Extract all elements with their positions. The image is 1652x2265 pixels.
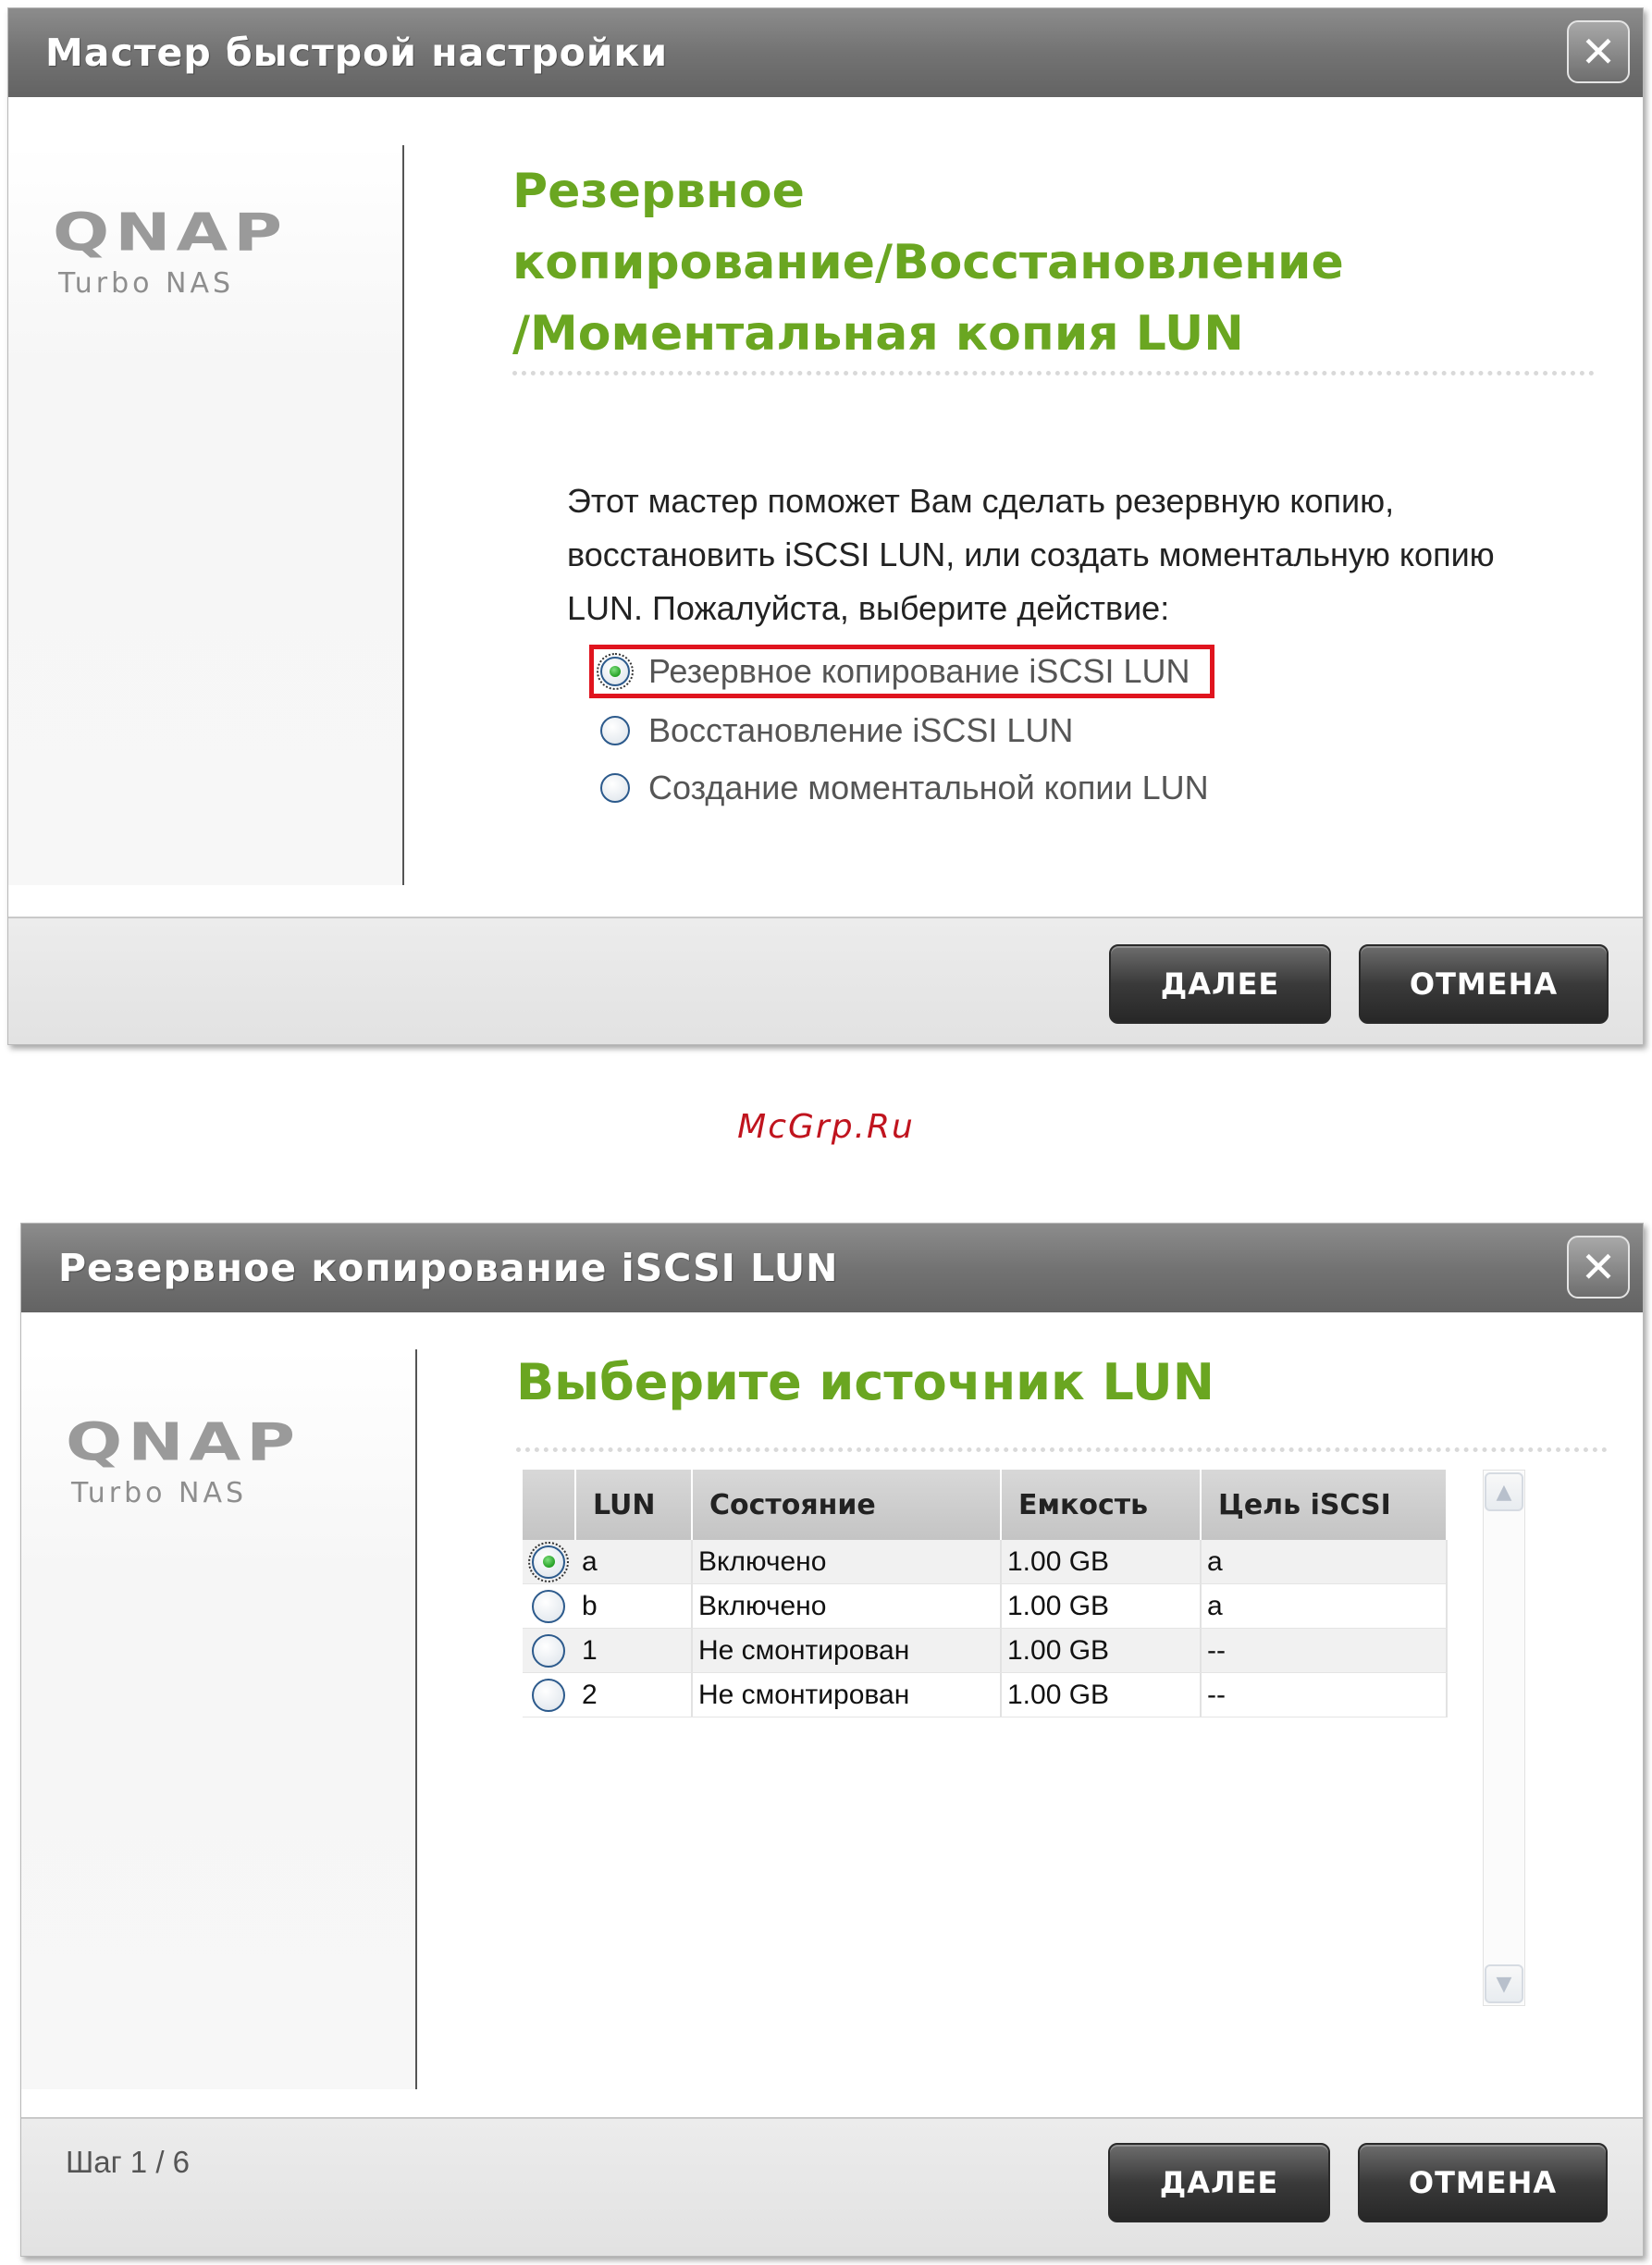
quick-setup-wizard-dialog: Мастер быстрой настройки ✕ QNAP Turbo NA…: [7, 7, 1644, 1045]
cancel-button[interactable]: ОТМЕНА: [1359, 944, 1609, 1024]
close-button[interactable]: ✕: [1567, 20, 1630, 83]
cell-target: a: [1202, 1540, 1448, 1583]
intro-text: Этот мастер поможет Вам сделать резервну…: [567, 474, 1584, 635]
cell-target: --: [1202, 1629, 1448, 1672]
close-icon: ✕: [1580, 1242, 1617, 1292]
cell-state: Не смонтирован: [693, 1629, 1002, 1672]
vertical-scrollbar[interactable]: ▲ ▼: [1483, 1470, 1525, 2006]
cell-state: Не смонтирован: [693, 1673, 1002, 1717]
radio-button[interactable]: [532, 1589, 565, 1623]
sidebar: QNAP Turbo NAS: [21, 1349, 417, 2089]
cell-lun: a: [576, 1540, 693, 1583]
qnap-logo: QNAP Turbo NAS: [66, 1416, 301, 1509]
radio-button[interactable]: [532, 1678, 565, 1712]
dialog-title: Мастер быстрой настройки: [45, 31, 669, 75]
intro-line-1: Этот мастер поможет Вам сделать резервну…: [567, 482, 1395, 520]
dotted-divider: [516, 1447, 1608, 1452]
row-select[interactable]: [523, 1629, 576, 1672]
qnap-logo: QNAP Turbo NAS: [53, 206, 288, 300]
option-label: Создание моментальной копии LUN: [648, 769, 1209, 806]
cell-capacity: 1.00 GB: [1002, 1584, 1202, 1628]
next-button[interactable]: ДАЛЕЕ: [1108, 2143, 1330, 2222]
close-icon: ✕: [1580, 27, 1617, 77]
dialog-title: Резервное копирование iSCSI LUN: [58, 1246, 839, 1290]
dialog-footer: Шаг 1 / 6 ДАЛЕЕ ОТМЕНА: [21, 2117, 1643, 2256]
cell-lun: 2: [576, 1673, 693, 1717]
close-button[interactable]: ✕: [1567, 1236, 1630, 1299]
row-select[interactable]: [523, 1673, 576, 1717]
header-lun[interactable]: LUN: [576, 1470, 693, 1540]
intro-line-3: LUN. Пожалуйста, выберите действие:: [567, 589, 1170, 627]
option-restore-iscsi-lun[interactable]: Восстановление iSCSI LUN: [600, 711, 1073, 750]
page-heading: Резервное копирование/Восстановление /Мо…: [512, 156, 1530, 370]
backup-iscsi-lun-dialog: Резервное копирование iSCSI LUN ✕ QNAP T…: [20, 1223, 1644, 2257]
option-label: Восстановление iSCSI LUN: [648, 711, 1074, 749]
header-target[interactable]: Цель iSCSI: [1202, 1470, 1448, 1540]
logo-subtitle: Turbo NAS: [58, 267, 235, 300]
cancel-button[interactable]: ОТМЕНА: [1358, 2143, 1608, 2222]
heading-line-3: /Моментальная копия LUN: [512, 306, 1244, 362]
cell-capacity: 1.00 GB: [1002, 1673, 1202, 1717]
step-indicator: Шаг 1 / 6: [66, 2145, 191, 2179]
table-row[interactable]: b Включено 1.00 GB a: [523, 1584, 1448, 1629]
radio-button-restore[interactable]: [600, 716, 630, 745]
dotted-divider: [512, 371, 1595, 375]
lun-table: LUN Состояние Емкость Цель iSCSI a Включ…: [523, 1470, 1448, 1717]
cell-lun: 1: [576, 1629, 693, 1672]
cell-lun: b: [576, 1584, 693, 1628]
cell-capacity: 1.00 GB: [1002, 1540, 1202, 1583]
dialog-footer: ДАЛЕЕ ОТМЕНА: [8, 917, 1643, 1044]
chevron-down-icon: ▼: [1496, 1972, 1512, 1996]
cell-target: --: [1202, 1673, 1448, 1717]
chevron-up-icon: ▲: [1496, 1480, 1512, 1504]
header-capacity[interactable]: Емкость: [1002, 1470, 1202, 1540]
dialog-titlebar: Мастер быстрой настройки ✕: [8, 8, 1643, 98]
sidebar: QNAP Turbo NAS: [8, 145, 404, 885]
radio-button-snapshot[interactable]: [600, 773, 630, 803]
heading-line-2: копирование/Восстановление: [512, 235, 1344, 290]
scroll-up-button[interactable]: ▲: [1485, 1472, 1523, 1511]
watermark: McGrp.Ru: [737, 1108, 915, 1146]
radio-button[interactable]: [528, 1541, 569, 1582]
header-state[interactable]: Состояние: [693, 1470, 1002, 1540]
option-backup-iscsi-lun[interactable]: Резервное копирование iSCSI LUN: [597, 652, 1190, 691]
cell-state: Включено: [693, 1584, 1002, 1628]
intro-line-2: восстановить iSCSI LUN, или создать моме…: [567, 535, 1495, 573]
dialog-titlebar: Резервное копирование iSCSI LUN ✕: [21, 1224, 1643, 1313]
option-label: Резервное копирование iSCSI LUN: [648, 652, 1190, 690]
table-body: a Включено 1.00 GB a b Включено 1.00 GB …: [523, 1540, 1448, 1717]
next-button[interactable]: ДАЛЕЕ: [1109, 944, 1331, 1024]
cell-capacity: 1.00 GB: [1002, 1629, 1202, 1672]
row-select[interactable]: [523, 1540, 576, 1583]
table-row[interactable]: 1 Не смонтирован 1.00 GB --: [523, 1629, 1448, 1673]
logo-brand: QNAP: [66, 1411, 301, 1472]
table-row[interactable]: 2 Не смонтирован 1.00 GB --: [523, 1673, 1448, 1717]
radio-button[interactable]: [532, 1633, 565, 1668]
logo-brand: QNAP: [53, 202, 288, 263]
row-select[interactable]: [523, 1584, 576, 1628]
dialog-body: QNAP Turbo NAS Резервное копирование/Вос…: [8, 97, 1643, 918]
table-header: LUN Состояние Емкость Цель iSCSI: [523, 1470, 1448, 1540]
cell-target: a: [1202, 1584, 1448, 1628]
logo-subtitle: Turbo NAS: [71, 1477, 248, 1509]
heading-line-1: Резервное: [512, 164, 805, 219]
cell-state: Включено: [693, 1540, 1002, 1583]
dialog-body: QNAP Turbo NAS Выберите источник LUN LUN…: [21, 1312, 1643, 2119]
scroll-down-button[interactable]: ▼: [1485, 1964, 1523, 2003]
page-heading: Выберите источник LUN: [516, 1353, 1214, 1411]
option-create-snapshot[interactable]: Создание моментальной копии LUN: [600, 769, 1209, 807]
table-row[interactable]: a Включено 1.00 GB a: [523, 1540, 1448, 1584]
radio-button-backup[interactable]: [597, 653, 634, 690]
header-select: [523, 1470, 576, 1540]
